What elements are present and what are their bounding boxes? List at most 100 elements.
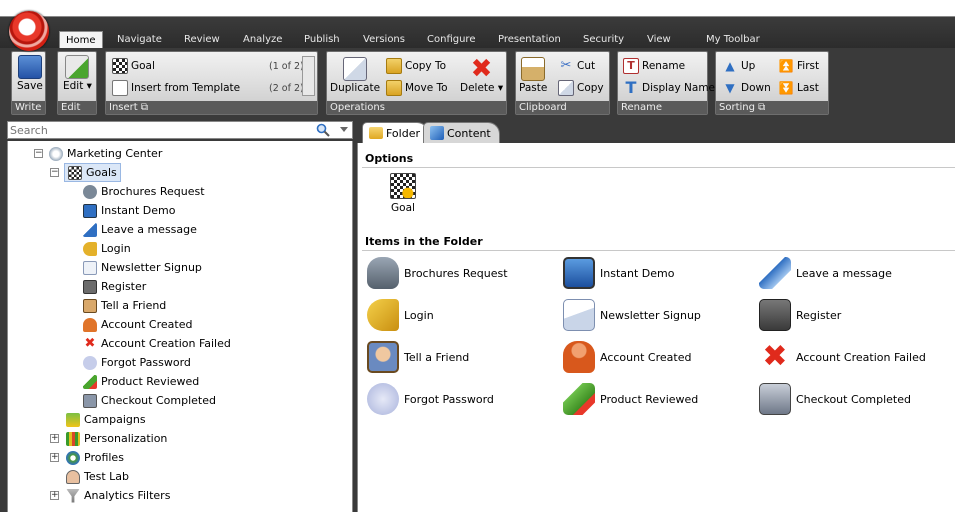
goal-count: (1 of 2): [269, 61, 304, 72]
tab-content[interactable]: Content: [423, 122, 500, 143]
tree-item-goal[interactable]: Login: [83, 239, 131, 258]
copy-icon: [558, 80, 574, 96]
tree-item-personalization[interactable]: Personalization: [66, 429, 167, 448]
expand-personalization[interactable]: +: [50, 434, 59, 443]
edit-button[interactable]: Edit ▾: [63, 55, 92, 92]
tab-analyze[interactable]: Analyze: [237, 31, 288, 48]
tree-item-goal[interactable]: Leave a message: [83, 220, 197, 239]
register-book-icon: [83, 279, 97, 294]
folder-item[interactable]: ✖ Account Creation Failed: [759, 341, 925, 373]
search-input[interactable]: [10, 123, 300, 137]
group-write: Save Write: [11, 51, 46, 115]
tree-item-goal[interactable]: Instant Demo: [83, 201, 175, 220]
tree-item-goal[interactable]: Register: [83, 277, 146, 296]
arrow-down-icon: ▼: [725, 81, 735, 95]
folder-item[interactable]: Instant Demo: [563, 257, 674, 289]
test-lab-icon: [66, 469, 80, 484]
monitor-icon: [83, 203, 97, 218]
folder-item[interactable]: Tell a Friend: [367, 341, 469, 373]
paste-button[interactable]: Paste: [519, 57, 547, 94]
options-heading: Options: [365, 152, 414, 165]
edit-pencil-icon: [65, 55, 90, 79]
delete-button[interactable]: ✖ Delete ▾: [460, 56, 503, 94]
group-operations-label: Operations: [327, 101, 506, 114]
tree-item-test-lab[interactable]: Test Lab: [66, 467, 129, 486]
tree-item-goal[interactable]: Forgot Password: [83, 353, 191, 372]
tab-publish[interactable]: Publish: [298, 31, 346, 48]
tab-presentation[interactable]: Presentation: [492, 31, 567, 48]
folder-item[interactable]: Register: [759, 299, 841, 331]
rename-button[interactable]: T Rename: [623, 58, 685, 74]
folder-item[interactable]: Checkout Completed: [759, 383, 911, 415]
tree-item-goal[interactable]: Account Created: [83, 315, 192, 334]
collapse-marketing-center[interactable]: −: [34, 149, 43, 158]
key-icon: [83, 241, 97, 256]
tab-home[interactable]: Home: [59, 31, 103, 49]
copy-button[interactable]: Copy: [558, 80, 604, 96]
save-button[interactable]: Save: [17, 55, 43, 92]
tree-item-goal[interactable]: Product Reviewed: [83, 372, 199, 391]
sort-down-button[interactable]: ▼ Down: [722, 80, 770, 96]
folder-item[interactable]: Leave a message: [759, 257, 892, 289]
folder-item[interactable]: Forgot Password: [367, 383, 494, 415]
tree-item-analytics-filters[interactable]: Analytics Filters: [66, 486, 170, 505]
sort-last-button[interactable]: ⏬ Last: [778, 80, 819, 96]
tree-item-profiles[interactable]: Profiles: [66, 448, 124, 467]
tree-item-goal[interactable]: ✖ Account Creation Failed: [83, 334, 231, 353]
expand-profiles[interactable]: +: [50, 453, 59, 462]
sort-first-button[interactable]: ⏫ First: [778, 58, 820, 74]
template-document-icon: [112, 80, 128, 96]
tree-item-goal[interactable]: Brochures Request: [83, 182, 205, 201]
tree-item-goal[interactable]: Checkout Completed: [83, 391, 216, 410]
duplicate-button[interactable]: Duplicate: [330, 57, 380, 94]
cut-button[interactable]: ✂ Cut: [558, 58, 596, 74]
speech-bubble-icon: [367, 383, 399, 415]
folder-item[interactable]: Account Created: [563, 341, 691, 373]
folder-item[interactable]: Product Reviewed: [563, 383, 698, 415]
marketing-center-icon: [49, 146, 63, 161]
tab-versions[interactable]: Versions: [357, 31, 411, 48]
tab-navigate[interactable]: Navigate: [111, 31, 168, 48]
group-sorting-label: Sorting ⧉: [716, 101, 828, 114]
folder-item[interactable]: Login: [367, 299, 434, 331]
tree-item-goals[interactable]: Goals: [64, 163, 121, 182]
move-to-button[interactable]: Move To: [386, 80, 448, 96]
folder-item[interactable]: Brochures Request: [367, 257, 508, 289]
copy-to-button[interactable]: Copy To: [386, 58, 446, 74]
display-name-button[interactable]: T Display Name: [623, 80, 716, 96]
tree-item-campaigns[interactable]: Campaigns: [66, 410, 146, 429]
tab-configure[interactable]: Configure: [421, 31, 481, 48]
profiles-icon: [66, 450, 80, 465]
insert-goal-button[interactable]: Goal: [112, 58, 155, 74]
gallery-scroll-buttons[interactable]: [302, 56, 315, 96]
campaigns-icon: [66, 412, 80, 427]
insert-from-template-button[interactable]: Insert from Template: [112, 80, 240, 96]
save-disk-icon: [17, 55, 42, 79]
ribbon: Save Write Edit ▾ Edit Goal (1 of 2) Ins…: [0, 48, 955, 118]
tab-security[interactable]: Security: [577, 31, 630, 48]
double-arrow-down-icon: ⏬: [778, 81, 794, 95]
tree-item-marketing-center[interactable]: Marketing Center: [49, 144, 162, 163]
folder-icon: [369, 127, 383, 139]
failed-x-icon: ✖: [84, 335, 96, 351]
tab-view[interactable]: View: [641, 31, 677, 48]
tree-item-goal[interactable]: Newsletter Signup: [83, 258, 202, 277]
tab-my-toolbar[interactable]: My Toolbar: [700, 31, 766, 48]
folder-item[interactable]: Newsletter Signup: [563, 299, 701, 331]
tree-item-goal[interactable]: Tell a Friend: [83, 296, 166, 315]
move-to-icon: [386, 80, 402, 96]
envelope-icon: [83, 260, 97, 275]
arrow-up-icon: ▲: [725, 59, 735, 73]
app-menu-orb-icon[interactable]: [9, 11, 49, 51]
group-edit: Edit ▾ Edit: [57, 51, 97, 115]
expand-analytics-filters[interactable]: +: [50, 491, 59, 500]
cart-icon: [83, 393, 97, 408]
sort-up-button[interactable]: ▲ Up: [722, 58, 755, 74]
tab-folder[interactable]: Folder: [362, 122, 429, 143]
search-icon[interactable]: [316, 123, 330, 137]
group-clipboard-label: Clipboard: [516, 101, 609, 114]
tab-review[interactable]: Review: [178, 31, 226, 48]
collapse-goals[interactable]: −: [50, 168, 59, 177]
option-insert-goal[interactable]: Goal: [388, 173, 418, 214]
search-dropdown-icon[interactable]: [340, 127, 348, 132]
